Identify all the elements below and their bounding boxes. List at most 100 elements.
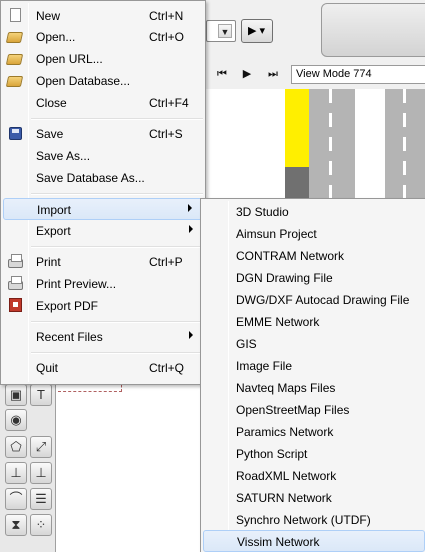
import-item-roadxml-network[interactable]: RoadXML Network (203, 465, 425, 487)
menu-item-label: Close (36, 96, 67, 110)
print-preview-icon (8, 276, 23, 290)
editor-toolbar: ▣ T ◉ ⬠ ⤢ ⊥ ⊥ ⌒ ☰ ⧗ ⁘ (0, 378, 56, 552)
import-item-dwg-dxf[interactable]: DWG/DXF Autocad Drawing File (203, 289, 425, 311)
menu-item-label: Open URL... (36, 52, 103, 66)
network-canvas[interactable] (56, 378, 202, 552)
menu-item-label: CONTRAM Network (236, 249, 345, 263)
toolbar-combo[interactable]: ▼ (206, 20, 236, 42)
menu-separator (31, 352, 203, 354)
menu-item-shortcut: Ctrl+O (149, 30, 185, 44)
play-dropdown-button[interactable]: ▶ ▾ (241, 19, 273, 43)
save-disk-icon (9, 127, 22, 140)
node-tool-icon[interactable]: ⬠ (5, 436, 27, 458)
pdf-icon (9, 298, 22, 312)
menu-item-open-database[interactable]: Open Database... (3, 70, 205, 92)
detector-tool-icon[interactable]: ⊥ (5, 462, 27, 484)
import-item-synchro-network[interactable]: Synchro Network (UTDF) (203, 509, 425, 531)
lane-dash (403, 89, 406, 199)
menu-item-save-database-as[interactable]: Save Database As... (3, 167, 205, 189)
menu-item-export-pdf[interactable]: Export PDF (3, 295, 205, 317)
menu-item-label: Export PDF (36, 299, 99, 313)
menu-item-import[interactable]: Import (3, 198, 205, 220)
menu-item-open[interactable]: Open... Ctrl+O (3, 26, 205, 48)
import-item-dgn-drawing[interactable]: DGN Drawing File (203, 267, 425, 289)
menu-separator (31, 193, 203, 195)
import-item-image-file[interactable]: Image File (203, 355, 425, 377)
menu-item-open-url[interactable]: Open URL... (3, 48, 205, 70)
import-item-emme-network[interactable]: EMME Network (203, 311, 425, 333)
text-tool-icon[interactable]: T (30, 384, 52, 406)
import-item-gis[interactable]: GIS (203, 333, 425, 355)
menu-separator (31, 321, 203, 323)
road-view-canvas[interactable] (205, 89, 425, 199)
import-submenu: 3D Studio Aimsun Project CONTRAM Network… (200, 198, 425, 552)
menu-item-label: Open Database... (36, 74, 131, 88)
open-folder-icon (5, 32, 24, 43)
import-item-saturn-network[interactable]: SATURN Network (203, 487, 425, 509)
menu-item-print-preview[interactable]: Print Preview... (3, 273, 205, 295)
open-folder-icon (5, 54, 24, 65)
shape-tool-icon[interactable]: ▣ (5, 384, 27, 406)
import-item-paramics-network[interactable]: Paramics Network (203, 421, 425, 443)
centroid-tool-icon[interactable]: ⁘ (30, 514, 52, 536)
menu-item-label: Quit (36, 361, 59, 375)
menu-item-label: Synchro Network (UTDF) (236, 513, 371, 527)
menu-item-label: Open... (36, 30, 76, 44)
menu-item-label: SATURN Network (236, 491, 332, 505)
menu-item-export[interactable]: Export (3, 220, 205, 242)
import-item-3d-studio[interactable]: 3D Studio (203, 201, 425, 223)
menu-item-label: Vissim Network (237, 535, 320, 549)
file-menu: New Ctrl+N Open... Ctrl+O Open URL... Op… (0, 0, 206, 385)
menu-item-close[interactable]: Close Ctrl+F4 (3, 92, 205, 114)
menu-item-label: Import (37, 203, 72, 217)
import-item-aimsun-project[interactable]: Aimsun Project (203, 223, 425, 245)
import-item-python-script[interactable]: Python Script (203, 443, 425, 465)
connector-tool-icon[interactable]: ⤢ (30, 436, 52, 458)
menu-item-recent-files[interactable]: Recent Files (3, 326, 205, 348)
road-gap (355, 89, 385, 199)
chevron-down-icon: ▼ (218, 24, 232, 38)
lane-tool-icon[interactable]: ☰ (30, 488, 52, 510)
circle-tool-icon[interactable]: ◉ (5, 409, 27, 431)
import-item-openstreetmap[interactable]: OpenStreetMap Files (203, 399, 425, 421)
signal-tool-icon[interactable]: ⊥ (30, 462, 52, 484)
menu-item-print[interactable]: Print Ctrl+P (3, 251, 205, 273)
menu-item-label: Save (36, 127, 64, 141)
menu-item-save[interactable]: Save Ctrl+S (3, 123, 205, 145)
large-toolbar-button[interactable] (321, 3, 425, 57)
menu-item-label: OpenStreetMap Files (236, 403, 350, 417)
road-lane (309, 89, 355, 199)
menu-item-label: Image File (236, 359, 293, 373)
import-item-navteq-maps[interactable]: Navteq Maps Files (203, 377, 425, 399)
menu-item-shortcut: Ctrl+S (149, 127, 183, 141)
menu-separator (31, 118, 203, 120)
menu-item-new[interactable]: New Ctrl+N (3, 5, 205, 27)
skip-forward-icon[interactable]: ⏭ (264, 66, 282, 82)
play-icon[interactable]: ▶ (238, 66, 256, 82)
menu-item-label: EMME Network (236, 315, 320, 329)
road-marking-yellow (285, 89, 309, 167)
import-item-vissim-network[interactable]: Vissim Network (203, 530, 425, 552)
menu-item-label: Navteq Maps Files (236, 381, 336, 395)
section-tool-icon[interactable]: ⌒ (5, 488, 27, 510)
menu-item-shortcut: Ctrl+F4 (149, 96, 189, 110)
view-mode-select[interactable]: View Mode 774 (291, 65, 425, 84)
lane-dash (329, 89, 332, 199)
menu-item-shortcut: Ctrl+N (149, 9, 184, 23)
menu-item-label: Print Preview... (36, 277, 117, 291)
menu-item-label: Aimsun Project (236, 227, 317, 241)
printer-icon (8, 254, 23, 268)
menu-item-label: RoadXML Network (236, 469, 337, 483)
new-document-icon (10, 8, 21, 22)
timer-tool-icon[interactable]: ⧗ (5, 514, 27, 536)
skip-back-icon[interactable]: ⏮ (213, 66, 231, 82)
submenu-arrow-icon (189, 331, 193, 339)
menu-item-label: Export (36, 224, 71, 238)
road-shoulder (285, 167, 309, 199)
import-item-contram-network[interactable]: CONTRAM Network (203, 245, 425, 267)
menu-item-label: DGN Drawing File (236, 271, 333, 285)
menu-item-save-as[interactable]: Save As... (3, 145, 205, 167)
menu-item-shortcut: Ctrl+P (149, 255, 183, 269)
menu-item-label: Paramics Network (236, 425, 334, 439)
menu-item-quit[interactable]: Quit Ctrl+Q (3, 357, 205, 379)
